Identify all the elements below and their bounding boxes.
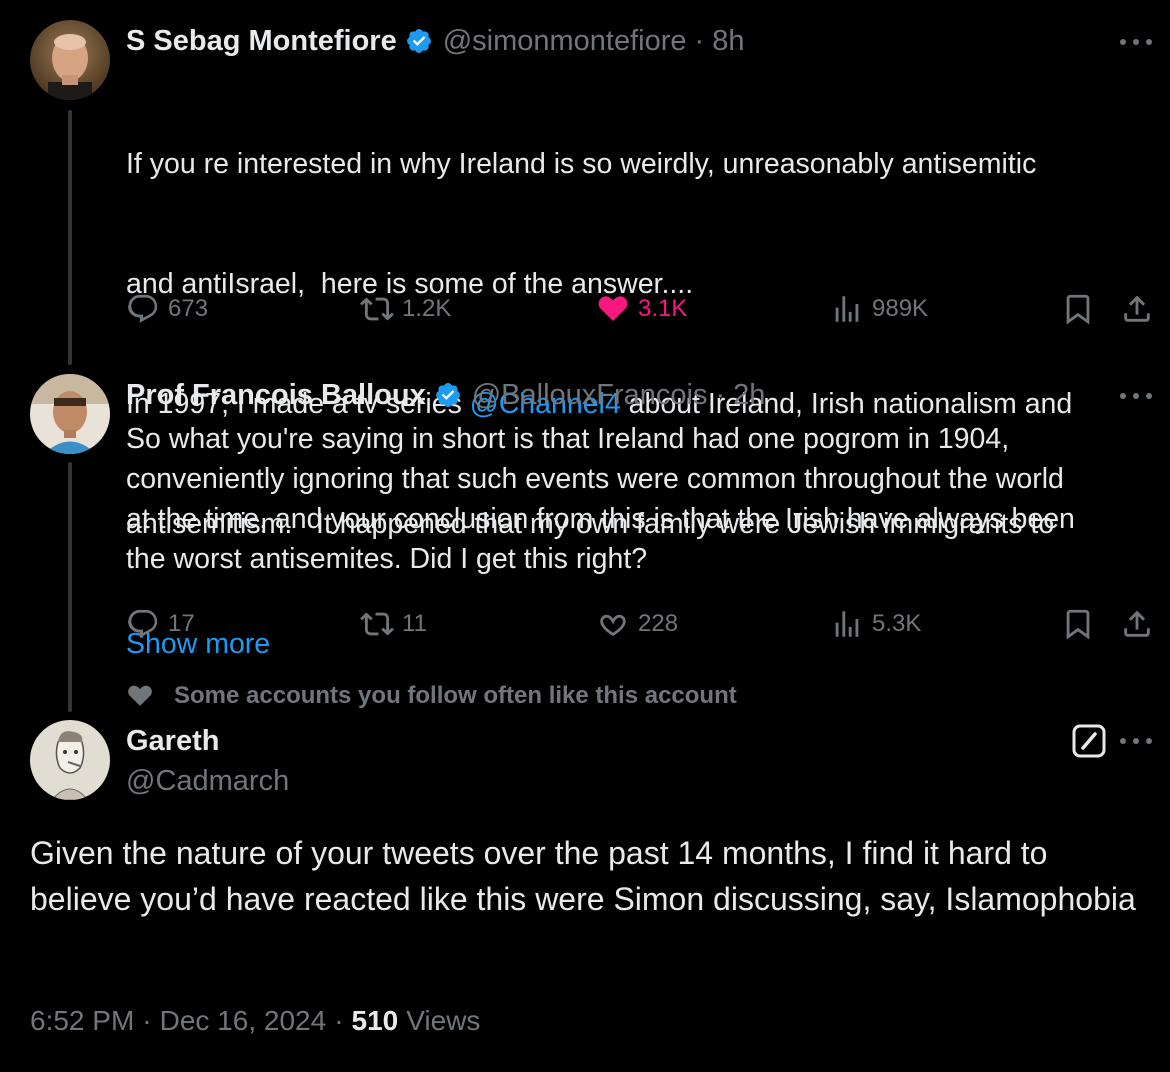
repost-icon	[360, 612, 394, 636]
views-label: Views	[406, 1005, 481, 1036]
tweet1-header: S Sebag Montefiore @simonmontefiore · 8h	[126, 22, 744, 60]
timestamp[interactable]: 8h	[712, 25, 744, 58]
more-options-icon[interactable]	[1120, 32, 1152, 52]
separator: ·	[715, 378, 726, 411]
timestamp[interactable]: 2h	[733, 379, 765, 412]
like-count: 228	[638, 610, 679, 637]
repost-icon	[360, 297, 394, 321]
more-options-icon[interactable]	[1120, 731, 1152, 751]
reply-icon	[128, 609, 158, 638]
reply-button[interactable]: 17	[126, 604, 195, 644]
bookmark-button[interactable]	[1061, 604, 1103, 644]
repost-button[interactable]: 1.2K	[360, 289, 451, 329]
social-context: Some accounts you follow often like this…	[126, 680, 737, 712]
share-icon	[1124, 610, 1150, 637]
heart-icon	[600, 614, 626, 637]
views-icon	[835, 611, 859, 637]
text-line: If you re interested in why Ireland is s…	[126, 148, 1037, 180]
tweet1-actions: 673 1.2K 3.1K 989K	[126, 289, 1158, 329]
views-count: 989K	[872, 295, 929, 322]
reply-icon	[128, 294, 158, 323]
heart-filled-icon	[128, 685, 152, 706]
author-name[interactable]: S Sebag Montefiore	[126, 25, 397, 58]
share-icon	[1124, 295, 1150, 322]
author-handle[interactable]: @BallouxFrancois	[472, 379, 708, 412]
verified-badge-icon	[435, 383, 460, 407]
main-tweet-text: Given the nature of your tweets over the…	[30, 835, 1136, 917]
views-count: 510	[351, 1005, 399, 1036]
reply-count: 673	[168, 295, 209, 322]
repost-count: 1.2K	[402, 295, 452, 322]
like-count: 3.1K	[638, 295, 688, 322]
post-time[interactable]: 6:52 PM	[30, 1005, 134, 1037]
author-name[interactable]: Prof Francois Balloux	[126, 379, 426, 412]
main-handle-row: @Cadmarch	[126, 762, 289, 800]
repost-count: 11	[402, 610, 427, 637]
more-options-icon[interactable]	[1120, 386, 1152, 406]
grok-icon[interactable]	[1072, 724, 1106, 758]
views-button[interactable]: 989K	[830, 289, 928, 329]
views-button[interactable]: 5.3K	[830, 604, 921, 644]
thread-line-1	[68, 110, 72, 365]
bookmark-icon	[1066, 294, 1090, 325]
like-button[interactable]: 228	[596, 604, 678, 644]
author-name[interactable]: Gareth	[126, 725, 219, 758]
avatar-gareth[interactable]	[30, 720, 110, 800]
like-button[interactable]: 3.1K	[596, 289, 687, 329]
share-button[interactable]	[1120, 289, 1162, 329]
tweet-meta: 6:52 PM · Dec 16, 2024 · 510 Views	[30, 1005, 480, 1037]
verified-badge-icon	[406, 29, 431, 53]
post-date[interactable]: Dec 16, 2024	[160, 1005, 327, 1037]
separator: ·	[694, 24, 705, 57]
avatar-montefiore[interactable]	[30, 20, 110, 100]
separator: ·	[142, 1005, 152, 1036]
avatar-balloux[interactable]	[30, 374, 110, 454]
thread-line-2	[68, 462, 72, 712]
author-handle[interactable]: @simonmontefiore	[443, 25, 687, 58]
share-button[interactable]	[1120, 604, 1162, 644]
social-context-text: Some accounts you follow often like this…	[174, 682, 737, 709]
separator: ·	[334, 1005, 344, 1036]
author-handle[interactable]: @Cadmarch	[126, 765, 289, 798]
tweet2-actions: 17 11 228 5.3K	[126, 604, 1158, 644]
tweet2-header: Prof Francois Balloux @BallouxFrancois ·…	[126, 376, 765, 414]
tweet2-text: So what you're saying in short is that I…	[126, 423, 1075, 575]
heart-filled-icon	[598, 296, 628, 322]
main-name-row: Gareth	[126, 722, 219, 760]
bookmark-button[interactable]	[1061, 289, 1103, 329]
views-icon	[835, 296, 859, 322]
reply-button[interactable]: 673	[126, 289, 208, 329]
reply-count: 17	[168, 610, 195, 637]
views-count: 5.3K	[872, 610, 922, 637]
repost-button[interactable]: 11	[360, 604, 427, 644]
bookmark-icon	[1066, 609, 1090, 640]
